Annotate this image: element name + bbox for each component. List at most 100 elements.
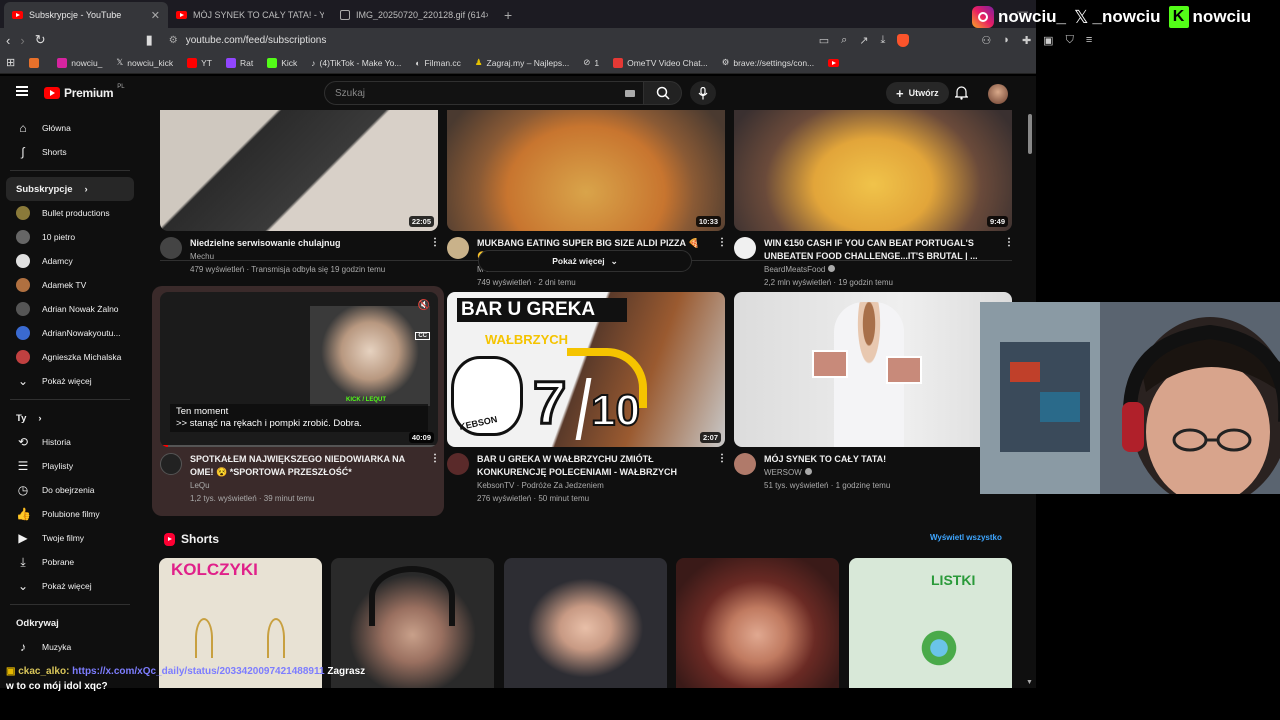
bookmark-item[interactable]: Rat	[225, 57, 253, 68]
brave-shields-icon[interactable]	[897, 33, 910, 47]
video-title[interactable]: MÓJ SYNEK TO CAŁY TATA!	[764, 453, 996, 466]
menu-icon[interactable]: ≡	[1086, 34, 1092, 46]
video-title-line2[interactable]: KONKURENCJĘ POLECENIAMI - WAŁBRZYCH	[477, 466, 709, 479]
tab-subscriptions[interactable]: Subskrypcje - YouTube ✕	[4, 2, 168, 28]
bookmark-item[interactable]	[828, 58, 843, 67]
more-options-icon[interactable]: ⋮	[1004, 237, 1014, 289]
search-button[interactable]	[644, 81, 682, 105]
share-icon[interactable]: ↗	[859, 34, 868, 47]
more-options-icon[interactable]: ⋮	[717, 453, 727, 505]
account-avatar[interactable]	[988, 84, 1008, 104]
close-tab-icon[interactable]: ✕	[151, 9, 160, 22]
notifications-button[interactable]	[953, 85, 970, 105]
video-preview[interactable]: KICK / LEQUT Ten moment >> stanąć na ręk…	[160, 292, 438, 447]
youtube-logo[interactable]: Premium PL	[44, 84, 125, 100]
hamburger-menu-icon[interactable]	[16, 86, 28, 96]
more-options-icon[interactable]: ⋮	[430, 453, 440, 505]
bookmark-item[interactable]: OmeTV Video Chat...	[613, 57, 708, 68]
forward-icon[interactable]: ›	[20, 33, 24, 48]
more-options-icon[interactable]: ⋮	[430, 237, 440, 276]
view-all-link[interactable]: Wyświetl wszystko	[930, 533, 1002, 542]
url-field[interactable]: ⚙ youtube.com/feed/subscriptions	[169, 30, 809, 50]
sidebar-item-subscriptions[interactable]: Subskrypcje ›	[6, 177, 134, 201]
video-title[interactable]: WIN €150 CASH IF YOU CAN BEAT PORTUGAL'S	[764, 237, 996, 250]
sidebar-item-you[interactable]: Ty ›	[6, 406, 134, 430]
site-settings-icon[interactable]: ⚙	[169, 35, 178, 46]
sidebar-item-home[interactable]: ⌂ Główna	[6, 116, 134, 140]
video-title[interactable]: Niedzielne serwisowanie chulajnug	[190, 237, 422, 250]
bookmark-item[interactable]	[29, 57, 43, 68]
bookmark-item[interactable]: ♟ Zagraj.my – Najleps...	[475, 57, 569, 68]
video-title[interactable]: SPOTKAŁEM NAJWIĘKSZEGO NIEDOWIARKA NA	[190, 453, 422, 466]
back-icon[interactable]: ‹	[6, 33, 10, 48]
vpn-icon[interactable]: ⚇	[981, 34, 991, 47]
search-input[interactable]: Szukaj	[324, 81, 644, 105]
scroll-down-icon[interactable]: ▼	[1026, 679, 1033, 686]
wallet-icon[interactable]: ◗	[1003, 34, 1010, 46]
channel-name[interactable]: Mechu	[190, 250, 422, 263]
video-title-line2[interactable]: OME! 😵 *SPORTOWA PRZESZŁOŚĆ*	[190, 466, 422, 479]
sidebar-item-your-videos[interactable]: ▶ Twoje filmy	[6, 526, 134, 550]
bookmark-item[interactable]: Kick	[267, 57, 297, 68]
more-options-icon[interactable]: ⋮	[717, 237, 727, 289]
zoom-icon[interactable]: ⌕	[841, 34, 847, 47]
channel-avatar[interactable]	[447, 453, 469, 475]
voice-search-button[interactable]	[690, 81, 716, 105]
shield-icon[interactable]: ⛉	[1066, 34, 1074, 47]
bookmark-item[interactable]: ⚙ brave://settings/con...	[722, 57, 814, 68]
channel-avatar[interactable]	[160, 453, 182, 475]
sidebar-item-channel[interactable]: AdrianNowakyoutu...	[6, 321, 134, 345]
progress-bar[interactable]	[160, 445, 438, 447]
sidebar-item-music[interactable]: ♪ Muzyka	[6, 635, 134, 659]
channel-avatar[interactable]	[447, 237, 469, 259]
sidebar-item-channel[interactable]: Adamek TV	[6, 273, 134, 297]
cast-icon[interactable]: ▭	[819, 34, 829, 47]
download-icon[interactable]: ⤓	[881, 34, 886, 47]
keyboard-icon[interactable]	[625, 90, 635, 97]
sidebar-item-channel[interactable]: Bullet productions	[6, 201, 134, 225]
sidebar-item-channel[interactable]: Agnieszka Michalska	[6, 345, 134, 369]
sidebar-item-watch-later[interactable]: ◷ Do obejrzenia	[6, 478, 134, 502]
bookmark-item[interactable]: ⊘ 1	[583, 57, 599, 68]
bookmark-item[interactable]: ◐ Filman.cc	[415, 58, 461, 68]
apps-icon[interactable]: ⊞	[6, 56, 15, 69]
channel-name[interactable]: LeQu	[190, 479, 422, 492]
channel-name[interactable]: KebsonTV · Podróże Za Jedzeniem	[477, 479, 709, 492]
sidebar-item-channel[interactable]: 10 pietro	[6, 225, 134, 249]
tab-video[interactable]: MÓJ SYNEK TO CAŁY TATA! - YouTube	[168, 2, 332, 28]
scroll-thumb[interactable]	[1028, 114, 1032, 154]
video-thumbnail[interactable]	[734, 292, 1012, 447]
create-button[interactable]: + Utwórz	[886, 82, 949, 104]
bookmark-icon[interactable]: ▮	[146, 32, 153, 48]
new-tab-button[interactable]: +	[496, 7, 520, 28]
sidebar-item-downloads[interactable]: ⤓ Pobrane	[6, 550, 134, 574]
sidebar-item-history[interactable]: ⟲ Historia	[6, 430, 134, 454]
show-more-button[interactable]: Pokaż więcej ⌄	[478, 250, 692, 272]
short-card[interactable]	[504, 558, 667, 688]
channel-avatar[interactable]	[734, 237, 756, 259]
sidebar-item-channel[interactable]: Adrian Nowak Żalno	[6, 297, 134, 321]
sidebar-item-playlists[interactable]: ☰ Playlisty	[6, 454, 134, 478]
video-thumbnail[interactable]: BAR U GREKA WAŁBRZYCH KEBSON 7 10 2:07	[447, 292, 725, 447]
bookmark-item[interactable]: 𝕏nowciu_kick	[116, 57, 173, 68]
sidebar-item-shorts[interactable]: ∫ Shorts	[6, 140, 134, 164]
video-card[interactable]: BAR U GREKA WAŁBRZYCH KEBSON 7 10 2:07 B…	[447, 292, 727, 505]
sidebar-show-more[interactable]: ⌄ Pokaż więcej	[6, 574, 134, 598]
channel-name[interactable]: BeardMeatsFood	[764, 263, 996, 276]
bookmark-item[interactable]: YT	[187, 57, 212, 68]
bookmark-item[interactable]: nowciu_	[57, 57, 102, 68]
mute-icon[interactable]: 🔇	[418, 300, 430, 311]
extensions-icon[interactable]: ✚	[1022, 34, 1031, 47]
video-card[interactable]: KICK / LEQUT Ten moment >> stanąć na ręk…	[160, 292, 440, 505]
video-title[interactable]: BAR U GREKA W WAŁBRZYCHU ZMIÓTŁ	[477, 453, 709, 466]
video-title-line2[interactable]: UNBEATEN FOOD CHALLENGE...IT'S BRUTAL | …	[764, 250, 996, 263]
video-title[interactable]: MUKBANG EATING SUPER BIG SIZE ALDI PIZZA…	[477, 237, 709, 250]
bookmark-item[interactable]: ♪ (4)TikTok - Make Yo...	[311, 58, 401, 68]
sidebar-show-more[interactable]: ⌄ Pokaż więcej	[6, 369, 134, 393]
sidebar-item-channel[interactable]: Adamcy	[6, 249, 134, 273]
short-card[interactable]: LISTKI	[849, 558, 1012, 688]
reload-icon[interactable]: ↻	[35, 32, 46, 48]
channel-name[interactable]: WERSOW	[764, 466, 996, 479]
tab-image[interactable]: IMG_20250720_220128.gif (614×694)	[332, 2, 496, 28]
channel-avatar[interactable]	[734, 453, 756, 475]
